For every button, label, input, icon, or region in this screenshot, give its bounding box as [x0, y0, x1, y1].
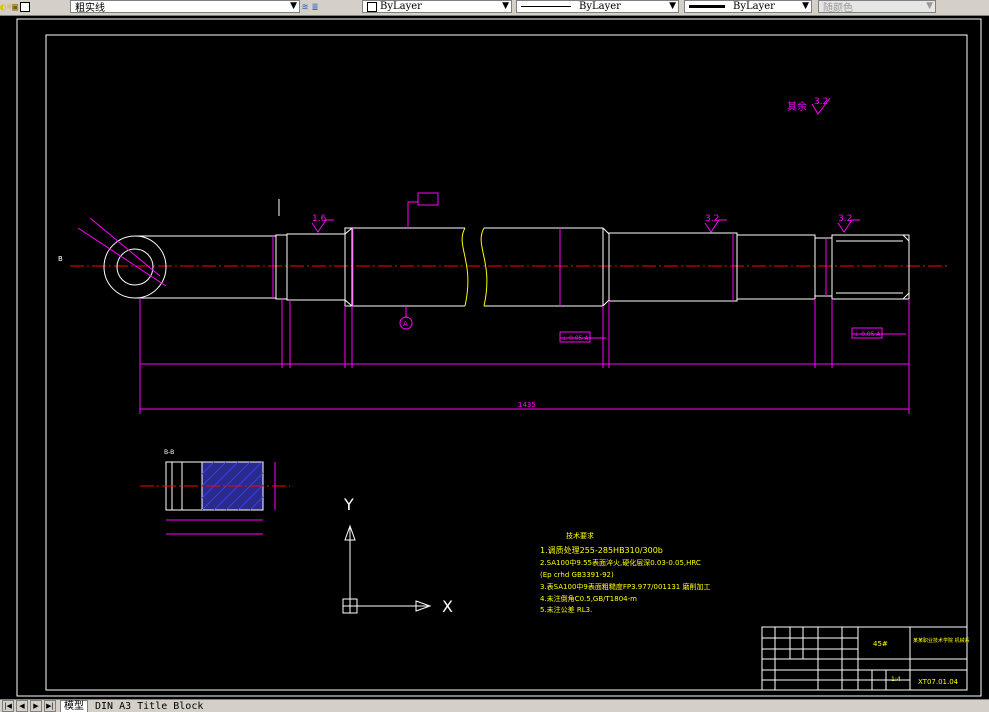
layer-previous-icon[interactable]: ≣	[312, 2, 318, 13]
section-view-label: B-B	[164, 449, 174, 456]
first-tab-icon[interactable]: |◀	[2, 700, 14, 712]
radius-leader-outer	[77, 227, 167, 287]
tech-req-title: 技术要求	[566, 531, 594, 540]
tech-req-line-6: 5.未注公差 RL3.	[540, 605, 592, 614]
color-square-icon[interactable]	[20, 2, 31, 12]
title-block-scale: 1:4	[891, 676, 901, 683]
title-block-part-no: XT07.01.04	[918, 678, 959, 686]
roughness-symbol-main: 3.2	[811, 97, 831, 115]
layer-dropdown[interactable]: 粗实线 ▼	[70, 0, 300, 14]
properties-toolbar: ◐ ☼ ▣ 粗实线 ▼ ≋ ≣ ByLayer ▼ ByLayer ▼ ByLa…	[0, 0, 989, 16]
layer-name: 粗实线	[75, 3, 105, 14]
svg-text:⊥ 0.05 A: ⊥ 0.05 A	[562, 335, 589, 342]
layer-tools[interactable]: ≋ ≣	[302, 0, 346, 14]
radius-leader-inner	[89, 217, 161, 277]
drawing-frame	[45, 34, 968, 691]
drawing-svg: 其余 3.2 B 1.6 3.2 3.2 A ⊥ 0.05 A ⊥ 0.05 A…	[16, 18, 982, 697]
linetype-dropdown[interactable]: ByLayer ▼	[516, 0, 679, 13]
sheet-border	[16, 18, 982, 697]
chevron-down-icon[interactable]: ▼	[802, 1, 809, 11]
title-block-company: 某某职业技术学院 机械系	[913, 637, 970, 644]
roughness-symbol-c: 3.2	[837, 214, 860, 233]
roughness-symbol-b: 3.2	[704, 214, 727, 233]
lineweight-value: ByLayer	[733, 1, 775, 12]
roughness-symbol-a: 1.6	[311, 214, 334, 233]
plotstyle-value: 随颜色	[823, 3, 853, 14]
last-tab-icon[interactable]: ▶|	[44, 700, 56, 712]
color-swatch	[367, 1, 377, 12]
lock-icon[interactable]: ▣	[12, 2, 18, 13]
lineweight-preview	[689, 5, 725, 8]
extension-lines	[139, 298, 910, 414]
svg-text:1.6: 1.6	[312, 214, 327, 224]
layer-state-icons[interactable]: ◐ ☼ ▣	[0, 0, 70, 14]
note-leader	[407, 201, 418, 228]
surface-finish-label: 其余	[787, 100, 807, 113]
layout-tabs-bar: |◀ ◀ ▶ ▶| 模型 DIN A3 Title Block	[0, 699, 989, 712]
svg-text:⊥ 0.05 A: ⊥ 0.05 A	[854, 331, 881, 338]
next-tab-icon[interactable]: ▶	[30, 700, 42, 712]
color-dropdown[interactable]: ByLayer ▼	[362, 0, 512, 13]
tech-req-line-2: 2.SA100中9.55表面淬火,硬化层深0.03-0.05,HRC	[540, 558, 701, 567]
tech-req-line-5: 4.未注倒角C0.5,GB/T1804-m	[540, 594, 637, 603]
tab-model[interactable]: 模型	[60, 700, 88, 712]
break-line-right	[480, 227, 488, 307]
plotstyle-dropdown: 随颜色 ▼	[818, 0, 936, 14]
datum-label: A	[403, 320, 408, 328]
layer-manager-icon[interactable]: ≋	[302, 2, 308, 13]
section-view	[140, 461, 290, 535]
ucs-y-label: Y	[343, 495, 354, 514]
tech-req-line-4: 3.表SA100中9表面粗糙度FP3.977/001131 磨削加工	[540, 582, 710, 591]
lineweight-dropdown[interactable]: ByLayer ▼	[684, 0, 812, 13]
svg-text:3.2: 3.2	[814, 97, 828, 107]
ucs-icon: Y X	[342, 495, 453, 616]
prev-tab-icon[interactable]: ◀	[16, 700, 28, 712]
linetype-value: ByLayer	[579, 1, 621, 12]
svg-text:3.2: 3.2	[705, 214, 719, 224]
color-value: ByLayer	[380, 1, 422, 12]
overall-length: 1435	[518, 401, 536, 409]
chevron-down-icon[interactable]: ▼	[290, 1, 297, 11]
chevron-down-icon[interactable]: ▼	[502, 1, 509, 11]
tab-layout1[interactable]: DIN A3 Title Block	[92, 701, 206, 712]
linetype-preview	[521, 6, 571, 7]
chevron-down-icon: ▼	[926, 1, 933, 11]
drawing-canvas[interactable]: 其余 3.2 B 1.6 3.2 3.2 A ⊥ 0.05 A ⊥ 0.05 A…	[0, 16, 989, 699]
diameter-dimensions	[272, 228, 827, 306]
break-line-left	[461, 227, 469, 307]
note-flag	[417, 192, 439, 206]
tolerance-frame-b: ⊥ 0.05 A	[851, 327, 906, 339]
tolerance-frame-a: ⊥ 0.05 A	[559, 331, 606, 343]
ucs-x-label: X	[442, 597, 453, 616]
rod-outline	[103, 227, 910, 307]
chevron-down-icon[interactable]: ▼	[669, 1, 676, 11]
tech-req-line-3: (Ep crhd GB3391-92)	[540, 571, 614, 579]
svg-text:3.2: 3.2	[838, 214, 852, 224]
section-mark-b: B	[58, 255, 63, 263]
tech-req-line-1: 1.调质处理255-285HB310/300b	[540, 545, 663, 555]
title-block-weight: 45#	[873, 640, 888, 648]
